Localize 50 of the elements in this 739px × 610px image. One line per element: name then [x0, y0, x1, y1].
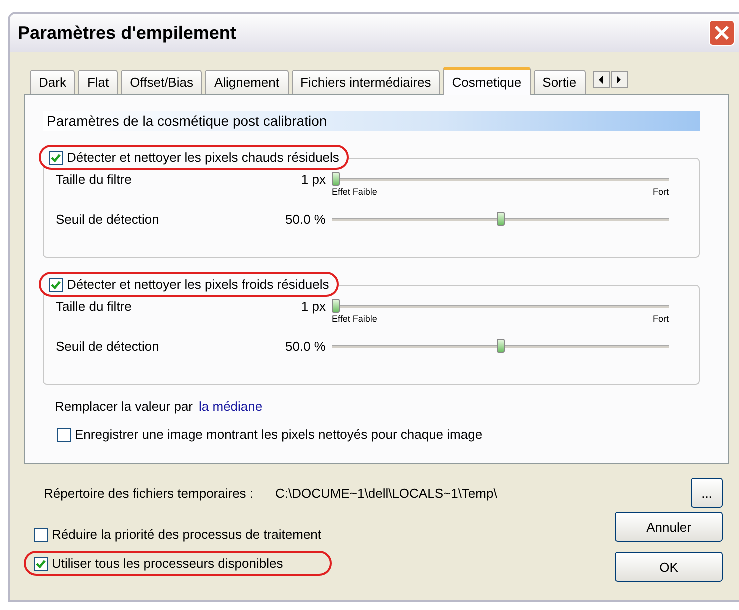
checkbox[interactable]: Utiliser tous les processeurs disponibles [24, 551, 332, 576]
slider-label: Seuil de détection [56, 211, 160, 227]
dialog-button[interactable]: OK [615, 552, 723, 582]
right-arrow-icon [615, 74, 624, 84]
slider-track[interactable] [332, 211, 669, 227]
tab[interactable]: Alignement [205, 70, 289, 94]
slider-thumb[interactable] [332, 172, 340, 186]
slider-thumb[interactable] [496, 339, 504, 353]
checkmark-icon [50, 152, 62, 164]
slider-label: Seuil de détection [56, 338, 160, 354]
slider-track[interactable] [332, 298, 669, 314]
slider-label: Taille du filtre [56, 298, 133, 314]
slider-reading: 1 px [300, 171, 327, 187]
slider-track[interactable] [332, 338, 669, 354]
scale-label: Fort [652, 314, 669, 324]
replace-link[interactable]: la médiane [199, 399, 263, 414]
checkmark-icon [35, 558, 47, 570]
tab[interactable]: Flat [78, 70, 118, 94]
replace-label: Remplacer la valeur par [55, 399, 194, 414]
tab[interactable]: Fichiers intermédiaires [292, 70, 440, 94]
tab[interactable]: Dark [30, 70, 76, 94]
scale-label: Effet Faible [332, 314, 378, 324]
slider-reading: 50.0 % [284, 338, 327, 354]
slider-track[interactable] [332, 171, 669, 187]
slider-reading: 50.0 % [284, 211, 327, 227]
slider-label: Taille du filtre [56, 171, 133, 187]
dialog-button[interactable]: Annuler [615, 512, 723, 542]
slider-reading: 1 px [300, 298, 327, 314]
browse-button[interactable]: ... [691, 478, 723, 508]
tab[interactable]: Cosmetique [443, 67, 531, 95]
temp-dir-label: Répertoire des fichiers temporaires : [44, 486, 254, 500]
tab[interactable]: Sortie [534, 70, 586, 94]
scale-label: Effet Faible [332, 187, 378, 197]
tab[interactable]: Offset/Bias [121, 70, 202, 94]
scale-label: Fort [652, 187, 669, 197]
temp-dir-path: C:\DOCUME~1\dell\LOCALS~1\Temp\ [276, 486, 498, 500]
close-icon [714, 25, 730, 41]
slider-thumb[interactable] [496, 212, 504, 226]
checkmark-icon [50, 278, 62, 290]
checkbox[interactable]: Détecter et nettoyer les pixels froids résiduels [39, 272, 340, 297]
section-header: Paramètres de la cosmétique post calibration [43, 111, 700, 131]
checkbox[interactable]: Réduire la priorité des processus de traitement [24, 522, 332, 547]
left-arrow-icon [597, 74, 606, 84]
slider-thumb[interactable] [332, 299, 340, 313]
scroll-left-button[interactable] [592, 71, 610, 88]
checkbox[interactable]: Enregistrer une image montrant les pixels nettoyés pour chaque image [47, 422, 493, 447]
checkbox[interactable]: Détecter et nettoyer les pixels chauds résiduels [39, 145, 350, 170]
scroll-right-button[interactable] [610, 71, 628, 88]
window-title: Paramètres d'empilement [18, 22, 236, 44]
close-button[interactable] [709, 20, 735, 46]
